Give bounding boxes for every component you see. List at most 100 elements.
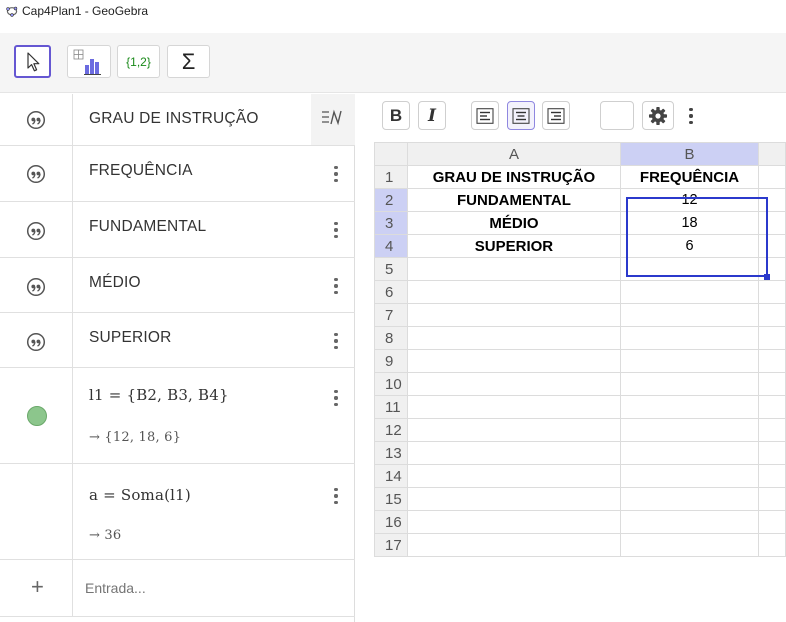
cell-b[interactable]: 18: [620, 211, 759, 235]
sum-tool-button[interactable]: Σ: [167, 45, 210, 78]
row-header[interactable]: 13: [374, 441, 408, 465]
more-options-icon[interactable]: [686, 107, 696, 125]
cell-c[interactable]: [757, 372, 786, 396]
algebra-item[interactable]: a = Soma(l1) → 36: [0, 464, 355, 560]
column-header-a[interactable]: A: [406, 142, 622, 166]
cell-b[interactable]: [620, 441, 759, 465]
cell-c[interactable]: [757, 188, 786, 212]
cell-c[interactable]: [757, 303, 786, 327]
cell-b[interactable]: [620, 372, 759, 396]
algebra-item[interactable]: l1 = {B2, B3, B4} → {12, 18, 6}: [0, 368, 355, 464]
row-header[interactable]: 2: [374, 188, 408, 212]
visibility-marble-icon[interactable]: [27, 406, 47, 426]
cell-b[interactable]: [620, 395, 759, 419]
item-menu-icon[interactable]: [330, 276, 342, 296]
cell-a[interactable]: [406, 487, 622, 511]
cell-b[interactable]: [620, 418, 759, 442]
cell-b[interactable]: [620, 303, 759, 327]
cell-b[interactable]: [620, 464, 759, 488]
settings-button[interactable]: [642, 101, 674, 130]
algebra-view-menu-button[interactable]: [311, 94, 355, 145]
cell-a[interactable]: [406, 303, 622, 327]
cell-a[interactable]: SUPERIOR: [406, 234, 622, 258]
row-header[interactable]: 3: [374, 211, 408, 235]
cell-a[interactable]: [406, 464, 622, 488]
algebra-item[interactable]: GRAU DE INSTRUÇÃO: [0, 94, 355, 146]
row-header[interactable]: 7: [374, 303, 408, 327]
cell-c[interactable]: [757, 441, 786, 465]
align-left-button[interactable]: [471, 101, 499, 130]
cell-c[interactable]: [757, 257, 786, 281]
cell-c[interactable]: [757, 510, 786, 534]
row-header[interactable]: 17: [374, 533, 408, 557]
cell-b[interactable]: [620, 257, 759, 281]
cell-b[interactable]: 6: [620, 234, 759, 258]
cell-b[interactable]: FREQUÊNCIA: [620, 165, 759, 189]
cell-c[interactable]: [757, 349, 786, 373]
row-header[interactable]: 5: [374, 257, 408, 281]
cell-b[interactable]: [620, 533, 759, 557]
cell-c[interactable]: [757, 418, 786, 442]
cell-a[interactable]: GRAU DE INSTRUÇÃO: [406, 165, 622, 189]
column-header-c[interactable]: [757, 142, 786, 166]
item-menu-icon[interactable]: [330, 220, 342, 240]
cell-a[interactable]: [406, 395, 622, 419]
column-header-b[interactable]: B: [620, 142, 759, 166]
cell-a[interactable]: [406, 418, 622, 442]
corner-header[interactable]: [374, 142, 408, 166]
cell-b[interactable]: 12: [620, 188, 759, 212]
row-header[interactable]: 8: [374, 326, 408, 350]
row-header[interactable]: 12: [374, 418, 408, 442]
align-right-button[interactable]: [542, 101, 570, 130]
cell-b[interactable]: [620, 349, 759, 373]
cell-c[interactable]: [757, 234, 786, 258]
algebra-item[interactable]: FUNDAMENTAL: [0, 202, 355, 258]
cell-a[interactable]: MÉDIO: [406, 211, 622, 235]
cell-a[interactable]: [406, 372, 622, 396]
plus-icon[interactable]: +: [31, 574, 44, 600]
cell-a[interactable]: [406, 441, 622, 465]
italic-button[interactable]: I: [418, 101, 446, 130]
cell-a[interactable]: [406, 280, 622, 304]
cell-a[interactable]: [406, 326, 622, 350]
row-header[interactable]: 4: [374, 234, 408, 258]
cell-b[interactable]: [620, 487, 759, 511]
row-header[interactable]: 14: [374, 464, 408, 488]
row-header[interactable]: 16: [374, 510, 408, 534]
cell-c[interactable]: [757, 326, 786, 350]
row-header[interactable]: 11: [374, 395, 408, 419]
cell-b[interactable]: [620, 510, 759, 534]
item-menu-icon[interactable]: [330, 331, 342, 351]
chart-tool-button[interactable]: [67, 45, 111, 78]
background-color-button[interactable]: [600, 101, 634, 130]
bold-button[interactable]: B: [382, 101, 410, 130]
algebra-item[interactable]: FREQUÊNCIA: [0, 146, 355, 202]
algebra-input-field[interactable]: [85, 576, 305, 600]
cell-c[interactable]: [757, 487, 786, 511]
cell-a[interactable]: [406, 533, 622, 557]
item-menu-icon[interactable]: [330, 164, 342, 184]
algebra-item[interactable]: SUPERIOR: [0, 313, 355, 368]
cell-b[interactable]: [620, 280, 759, 304]
cell-c[interactable]: [757, 211, 786, 235]
row-header[interactable]: 10: [374, 372, 408, 396]
cell-c[interactable]: [757, 280, 786, 304]
row-header[interactable]: 1: [374, 165, 408, 189]
cell-c[interactable]: [757, 395, 786, 419]
algebra-item[interactable]: MÉDIO: [0, 258, 355, 313]
item-menu-icon[interactable]: [330, 486, 342, 506]
cell-a[interactable]: FUNDAMENTAL: [406, 188, 622, 212]
row-header[interactable]: 15: [374, 487, 408, 511]
row-header[interactable]: 9: [374, 349, 408, 373]
cell-c[interactable]: [757, 533, 786, 557]
cell-a[interactable]: [406, 510, 622, 534]
list-tool-button[interactable]: {1,2}: [117, 45, 160, 78]
cell-c[interactable]: [757, 464, 786, 488]
cell-a[interactable]: [406, 349, 622, 373]
fill-handle[interactable]: [764, 274, 770, 280]
cell-b[interactable]: [620, 326, 759, 350]
move-tool-button[interactable]: [14, 45, 51, 78]
row-header[interactable]: 6: [374, 280, 408, 304]
cell-a[interactable]: [406, 257, 622, 281]
item-menu-icon[interactable]: [330, 388, 342, 408]
